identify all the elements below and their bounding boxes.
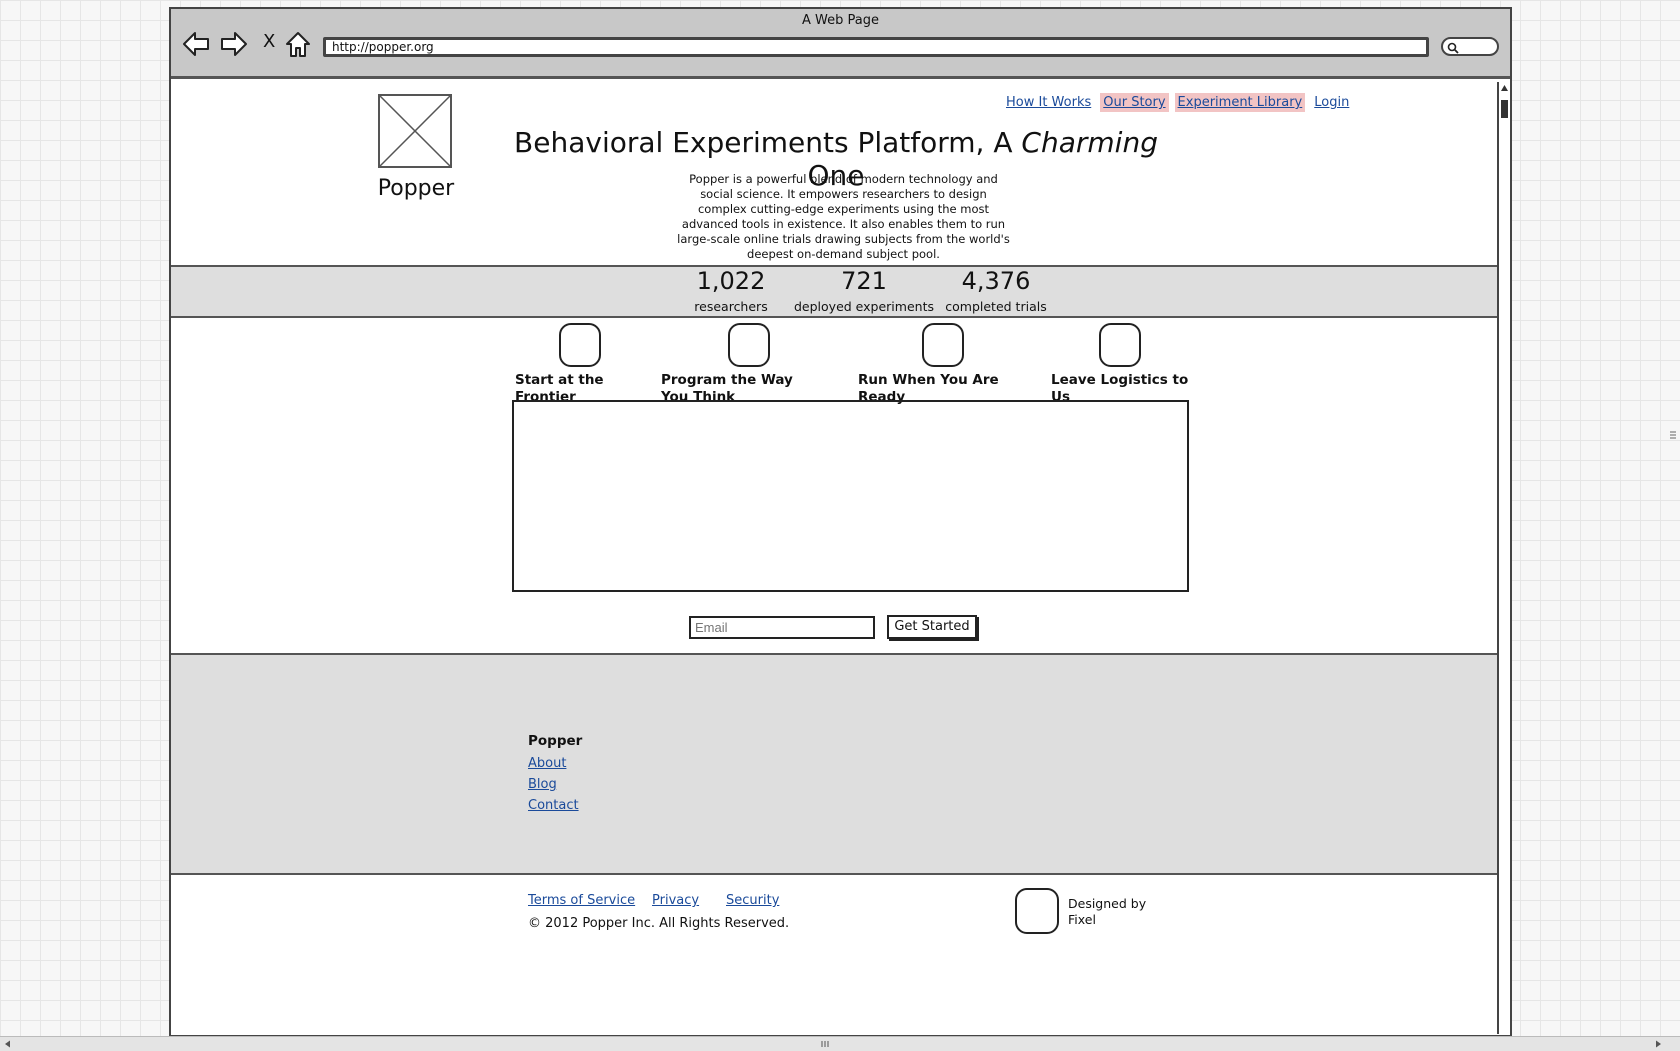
web-page: Popper How It Works Our Story Experiment… [171, 82, 1497, 1035]
hero-media-placeholder [512, 400, 1189, 592]
stop-icon[interactable]: X [263, 31, 275, 52]
browser-toolbar: A Web Page X http://popper.org [171, 9, 1510, 79]
security-link[interactable]: Security [726, 893, 779, 908]
nav-link-how-it-works[interactable]: How It Works [1003, 93, 1094, 112]
feature-program-icon [728, 323, 770, 367]
vertical-scrollbar[interactable] [1497, 82, 1510, 1034]
resize-grip-icon[interactable] [1670, 430, 1676, 440]
scroll-grip-icon[interactable] [820, 1041, 830, 1047]
email-field[interactable] [689, 616, 875, 639]
terms-link[interactable]: Terms of Service [528, 893, 635, 908]
browser-window: A Web Page X http://popper.org Popper Ho… [169, 7, 1512, 1037]
footer-heading: Popper [528, 733, 583, 749]
brand-name: Popper [377, 176, 455, 201]
home-icon[interactable] [283, 29, 313, 59]
stat-label: completed trials [945, 299, 1047, 314]
back-arrow-icon[interactable] [181, 29, 211, 59]
footer-link-about[interactable]: About [528, 756, 566, 771]
browser-search-box[interactable] [1441, 37, 1499, 56]
logo-image-placeholder [378, 94, 452, 168]
designer-logo-icon [1015, 888, 1059, 934]
stat-completed-trials: 4,376 completed trials [921, 267, 1071, 314]
footer-link-contact[interactable]: Contact [528, 798, 579, 813]
headline-text: Behavioral Experiments Platform, A [514, 126, 1022, 159]
scroll-right-icon[interactable] [1655, 1040, 1662, 1048]
scroll-up-icon[interactable] [1500, 84, 1509, 92]
image-placeholder-icon [379, 95, 451, 167]
horizontal-scrollbar[interactable] [0, 1036, 1680, 1051]
url-bar[interactable]: http://popper.org [323, 37, 1429, 57]
nav-link-experiment-library[interactable]: Experiment Library [1174, 93, 1306, 112]
copyright-text: © 2012 Popper Inc. All Rights Reserved. [528, 916, 790, 931]
window-title: A Web Page [802, 13, 879, 28]
feature-logistics-icon [1099, 323, 1141, 367]
nav-link-our-story[interactable]: Our Story [1100, 93, 1169, 112]
designed-by-text: Designed by Fixel [1068, 896, 1147, 927]
footer: Popper About Blog Contact [171, 653, 1497, 875]
headline-emphasis: Charming [1021, 126, 1158, 159]
scroll-thumb[interactable] [1501, 100, 1508, 118]
feature-frontier-icon [559, 323, 601, 367]
privacy-link[interactable]: Privacy [652, 893, 699, 908]
forward-arrow-icon[interactable] [219, 29, 249, 59]
feature-run-icon [922, 323, 964, 367]
scroll-left-icon[interactable] [4, 1040, 11, 1048]
search-icon [1447, 42, 1459, 54]
stats-band: 1,022 researchers 721 deployed experimen… [171, 265, 1497, 318]
intro-paragraph: Popper is a powerful blend of modern tec… [677, 172, 1010, 261]
stat-value: 4,376 [961, 267, 1031, 295]
nav-link-login[interactable]: Login [1311, 93, 1352, 112]
footer-link-blog[interactable]: Blog [528, 777, 557, 792]
get-started-button[interactable]: Get Started [887, 615, 977, 639]
top-navigation: How It Works Our Story Experiment Librar… [1003, 93, 1352, 112]
